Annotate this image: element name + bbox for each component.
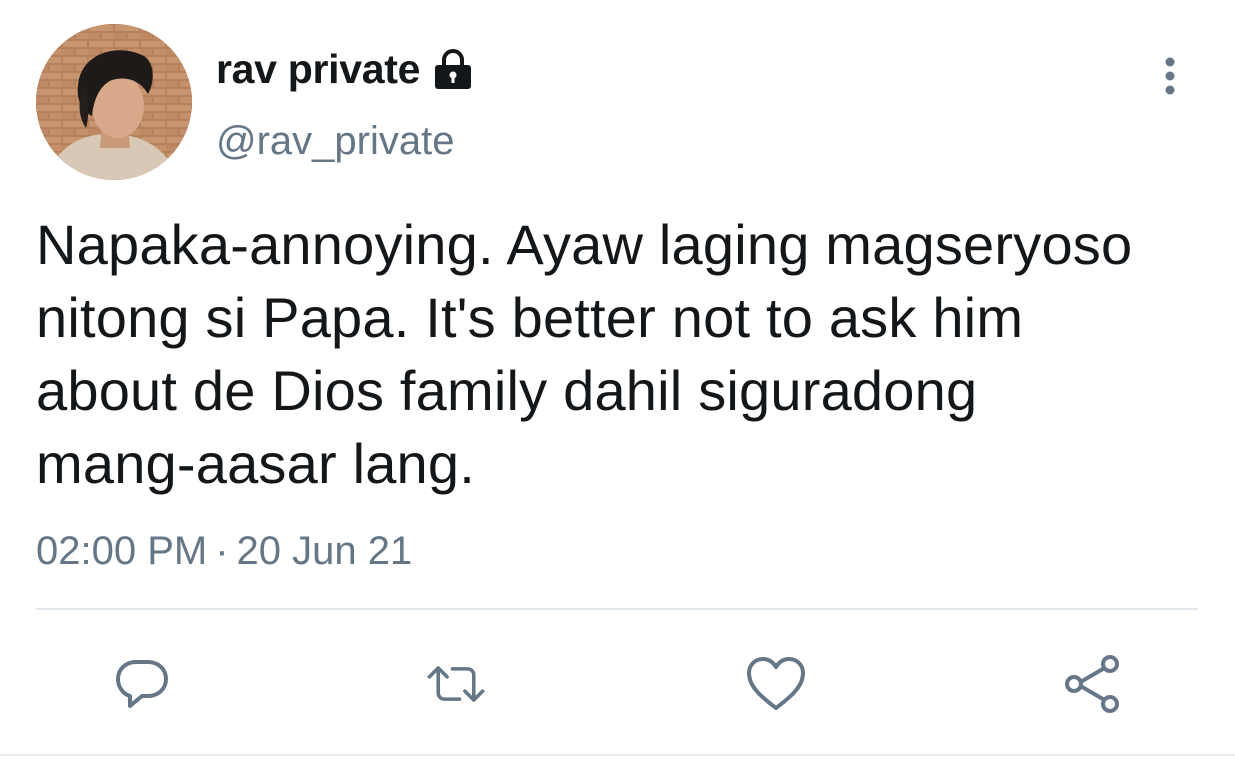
tweet-time: 02:00 PM xyxy=(36,529,208,573)
share-icon xyxy=(1065,655,1119,713)
retweet-button[interactable] xyxy=(424,652,488,716)
user-handle[interactable]: @rav_private xyxy=(216,116,454,166)
avatar[interactable] xyxy=(36,24,192,180)
lock-icon xyxy=(435,49,472,89)
heart-icon xyxy=(747,657,805,710)
tweet-text: Napaka-annoying. Ayaw laging magseryoso … xyxy=(36,213,1133,495)
tweet-card: rav private @rav_private Napaka-annoying… xyxy=(0,0,1235,774)
divider xyxy=(36,608,1198,610)
bottom-divider xyxy=(0,754,1235,756)
meta-separator: · xyxy=(215,529,229,573)
share-button[interactable] xyxy=(1062,652,1126,716)
reply-icon xyxy=(116,660,168,708)
like-button[interactable] xyxy=(744,652,808,716)
display-name[interactable]: rav private xyxy=(216,44,420,94)
avatar-image xyxy=(36,24,192,180)
more-vertical-icon xyxy=(1165,57,1175,95)
reply-button[interactable] xyxy=(110,652,174,716)
display-name-row: rav private xyxy=(216,44,476,94)
tweet-timestamp[interactable]: 02:00 PM · 20 Jun 21 xyxy=(36,526,412,576)
retweet-icon xyxy=(427,666,485,702)
tweet-date: 20 Jun 21 xyxy=(236,529,413,573)
more-options-button[interactable] xyxy=(1148,52,1192,100)
